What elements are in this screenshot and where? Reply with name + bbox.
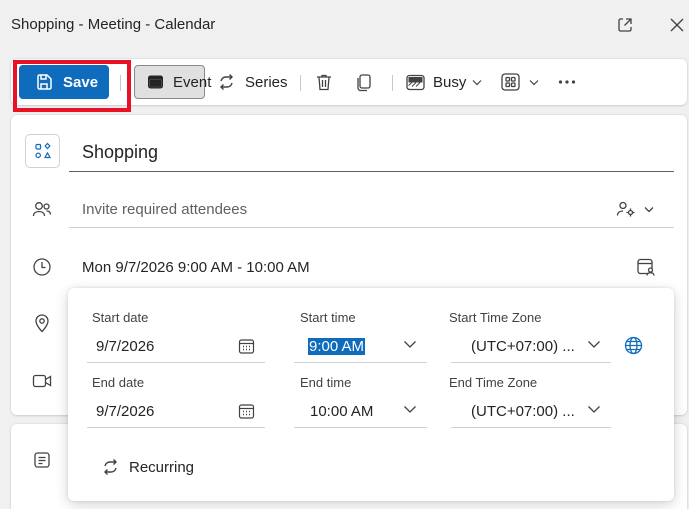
start-time-field[interactable]: 9:00 AM bbox=[294, 330, 427, 363]
end-date-label: End date bbox=[92, 375, 145, 390]
save-label: Save bbox=[63, 73, 99, 91]
delete-button[interactable] bbox=[315, 65, 333, 99]
globe-icon[interactable] bbox=[622, 334, 644, 356]
calendar-event-icon bbox=[147, 74, 164, 90]
chevron-down-icon bbox=[644, 206, 654, 213]
series-label: Series bbox=[245, 73, 288, 91]
people-icon bbox=[31, 198, 53, 220]
chevron-down-icon bbox=[403, 340, 417, 349]
repeat-icon bbox=[217, 73, 236, 91]
video-icon bbox=[31, 370, 53, 392]
end-timezone-label: End Time Zone bbox=[449, 375, 538, 390]
event-button[interactable]: Event bbox=[134, 65, 211, 99]
chevron-down-icon bbox=[587, 405, 601, 414]
calendar-person-icon[interactable] bbox=[635, 256, 657, 278]
busy-label: Busy bbox=[433, 73, 467, 91]
event-label: Event bbox=[173, 73, 212, 91]
start-time-label: Start time bbox=[300, 310, 356, 325]
chevron-down-icon bbox=[403, 405, 417, 414]
window-title: Shopping - Meeting - Calendar bbox=[11, 16, 216, 33]
pop-out-icon[interactable] bbox=[614, 14, 636, 36]
end-timezone-dropdown[interactable]: (UTC+07:00) ... bbox=[451, 395, 611, 428]
start-date-field[interactable]: 9/7/2026 bbox=[87, 330, 265, 363]
category-icon bbox=[34, 142, 52, 160]
busy-status-icon bbox=[406, 74, 425, 91]
attendees-input[interactable]: Invite required attendees bbox=[69, 192, 674, 228]
trash-icon bbox=[315, 73, 333, 92]
start-date-label: Start date bbox=[92, 310, 149, 325]
close-icon[interactable] bbox=[666, 14, 688, 36]
divider bbox=[392, 75, 393, 91]
end-timezone-value: (UTC+07:00) ... bbox=[471, 402, 575, 420]
end-time-label: End time bbox=[300, 375, 352, 390]
apps-grid-icon bbox=[501, 73, 520, 91]
recurring-button[interactable]: Recurring bbox=[101, 455, 194, 479]
location-icon bbox=[31, 312, 53, 334]
divider bbox=[120, 75, 121, 91]
copy-button[interactable] bbox=[355, 65, 373, 99]
clock-icon bbox=[31, 256, 53, 278]
end-time-field[interactable]: 10:00 AM bbox=[294, 395, 427, 428]
chevron-down-icon bbox=[529, 79, 539, 86]
date-time-summary[interactable]: Mon 9/7/2026 9:00 AM - 10:00 AM bbox=[69, 251, 674, 287]
event-title-input[interactable]: Shopping bbox=[69, 134, 674, 172]
categorize-dropdown[interactable] bbox=[501, 65, 539, 99]
save-button[interactable]: Save bbox=[19, 65, 109, 99]
people-settings-icon bbox=[616, 200, 636, 218]
series-button[interactable]: Series bbox=[217, 65, 288, 99]
notes-icon bbox=[31, 449, 53, 471]
more-horizontal-icon bbox=[558, 80, 576, 84]
repeat-icon bbox=[101, 458, 120, 476]
start-time-value: 9:00 AM bbox=[308, 337, 366, 355]
divider bbox=[300, 75, 301, 91]
more-options-button[interactable] bbox=[558, 65, 576, 99]
show-as-dropdown[interactable]: Busy bbox=[406, 65, 482, 99]
recurring-label: Recurring bbox=[129, 458, 195, 476]
category-picker[interactable] bbox=[25, 134, 60, 168]
end-time-value: 10:00 AM bbox=[310, 402, 374, 420]
chevron-down-icon bbox=[587, 340, 601, 349]
calendar-icon[interactable] bbox=[238, 338, 255, 355]
end-date-value: 9/7/2026 bbox=[96, 402, 155, 420]
start-timezone-value: (UTC+07:00) ... bbox=[471, 337, 575, 355]
end-date-field[interactable]: 9/7/2026 bbox=[87, 395, 265, 428]
calendar-icon[interactable] bbox=[238, 403, 255, 420]
start-timezone-label: Start Time Zone bbox=[449, 310, 542, 325]
scheduling-assistant-button[interactable] bbox=[616, 197, 654, 221]
start-date-value: 9/7/2026 bbox=[96, 337, 155, 355]
toolbar: Save Event Series Busy bbox=[11, 59, 687, 105]
chevron-down-icon bbox=[472, 79, 482, 86]
copy-icon bbox=[355, 73, 373, 92]
title-bar: Shopping - Meeting - Calendar bbox=[0, 0, 689, 52]
start-timezone-dropdown[interactable]: (UTC+07:00) ... bbox=[451, 330, 611, 363]
save-icon bbox=[35, 73, 53, 91]
